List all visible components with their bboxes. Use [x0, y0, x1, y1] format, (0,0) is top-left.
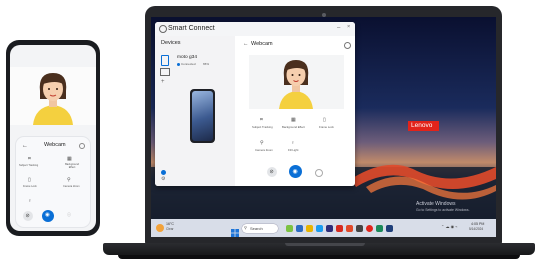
taskbar: 16°C Clear ⚲ Search ⌃ ☁ ◉ ⌁ 4:05 PM 5/14…: [151, 219, 496, 237]
account-icon[interactable]: [161, 170, 166, 175]
subject-tracking-icon[interactable]: ⌗: [28, 157, 31, 162]
chrome-icon[interactable]: [366, 225, 373, 232]
feature-label: Subject Tracking: [252, 125, 273, 129]
back-arrow-icon[interactable]: ←: [22, 143, 28, 149]
device-phone-image: [190, 89, 215, 143]
weather-desc: Clear: [166, 227, 174, 231]
device-status: Connected: [181, 62, 196, 66]
phone-feature-label: Camera Zoom: [63, 185, 80, 188]
edge-browser-icon[interactable]: [316, 225, 323, 232]
activate-windows-subtitle: Go to Settings to activate Windows.: [416, 208, 470, 212]
connected-dot-icon: [177, 63, 180, 66]
person-avatar-image: [279, 60, 313, 109]
subject-tracking-icon[interactable]: ⌗: [260, 118, 263, 123]
taskbar-search-box[interactable]: ⚲ Search: [242, 224, 278, 233]
windows-start-icon[interactable]: [231, 224, 239, 237]
lenovo-logo: Lenovo: [408, 121, 439, 131]
window-titlebar: Smart Connect – ×: [155, 22, 355, 36]
app-title: Smart Connect: [168, 25, 215, 32]
camera-off-icon: ⊘: [25, 212, 30, 219]
feature-label: Frame Lock: [319, 125, 334, 129]
background-effect-icon[interactable]: ▦: [67, 157, 72, 162]
devices-heading: Devices: [161, 40, 181, 46]
panel-title: Webcam: [251, 41, 273, 47]
mail-icon[interactable]: [336, 225, 343, 232]
more-options-icon[interactable]: [315, 169, 323, 177]
widgets-icon[interactable]: [286, 225, 293, 232]
file-explorer-icon[interactable]: [306, 225, 313, 232]
laptop-hinge-notch: [285, 243, 365, 246]
camera-icon: ◉: [45, 212, 50, 218]
feature-label: Background Effect: [282, 125, 305, 129]
person-avatar-image: [33, 73, 73, 125]
clock-date: 5/14/2024: [469, 227, 484, 231]
bulb-icon[interactable]: ♀: [28, 199, 32, 204]
smart-connect-window: Smart Connect – × Devices + ⚙ moto g34 C…: [155, 22, 355, 186]
task-view-icon[interactable]: [296, 225, 303, 232]
more-icon[interactable]: ⓘ: [67, 213, 71, 217]
lenovo-vantage-icon[interactable]: [346, 225, 353, 232]
nav-phone-icon[interactable]: [161, 55, 169, 66]
zoom-icon[interactable]: ⚲: [260, 141, 264, 146]
teams-icon[interactable]: [376, 225, 383, 232]
weather-icon[interactable]: [156, 224, 164, 232]
zoom-icon[interactable]: ⚲: [67, 178, 71, 183]
activate-windows-title: Activate Windows: [416, 201, 456, 207]
bulb-icon[interactable]: ♀: [291, 141, 295, 146]
feature-label: Camera Zoom: [255, 148, 273, 152]
smart-connect-icon[interactable]: [356, 225, 363, 232]
lenovo-logo-text: Lenovo: [411, 122, 433, 129]
phone-feature-label: Frame Lock: [23, 185, 37, 188]
back-arrow-icon[interactable]: ←: [243, 41, 249, 48]
close-button[interactable]: ×: [347, 24, 350, 31]
frame-lock-icon[interactable]: ▯: [323, 118, 326, 123]
settings-gear-icon[interactable]: ⚙: [161, 177, 165, 182]
minimize-button[interactable]: –: [337, 25, 340, 31]
phone-screen: ← Webcam ⌗ Subject Tracking ▦ Background…: [10, 45, 96, 231]
webcam-preview: [249, 55, 344, 109]
phone-webcam-card: ← Webcam ⌗ Subject Tracking ▦ Background…: [16, 137, 90, 227]
system-tray-icons[interactable]: ⌃ ☁ ◉ ⌁: [441, 225, 458, 229]
phone-feature-label: Background Effect: [65, 163, 79, 169]
feature-label: Fill Light: [288, 148, 299, 152]
app-logo-icon: [159, 25, 167, 33]
phone-card-title: Webcam: [44, 142, 66, 148]
camera-off-icon: ⊘: [269, 168, 274, 175]
settings-icon[interactable]: [386, 225, 393, 232]
store-icon[interactable]: [326, 225, 333, 232]
info-icon[interactable]: [344, 42, 351, 49]
nav-tablet-icon[interactable]: [160, 68, 170, 76]
search-icon: ⚲: [244, 225, 247, 230]
frame-lock-icon[interactable]: ▯: [28, 178, 31, 183]
camera-icon: ◉: [292, 168, 298, 175]
background-effect-icon[interactable]: ▦: [291, 118, 296, 123]
phone-camera-preview: [10, 67, 96, 125]
battery-level: 65%: [203, 62, 210, 66]
info-icon[interactable]: [79, 143, 85, 149]
laptop-base-edge: [118, 255, 520, 259]
add-device-icon[interactable]: +: [161, 79, 165, 85]
device-name: moto g34: [177, 55, 198, 60]
phone-feature-label: Subject Tracking: [19, 164, 39, 167]
search-placeholder: Search: [250, 225, 263, 231]
